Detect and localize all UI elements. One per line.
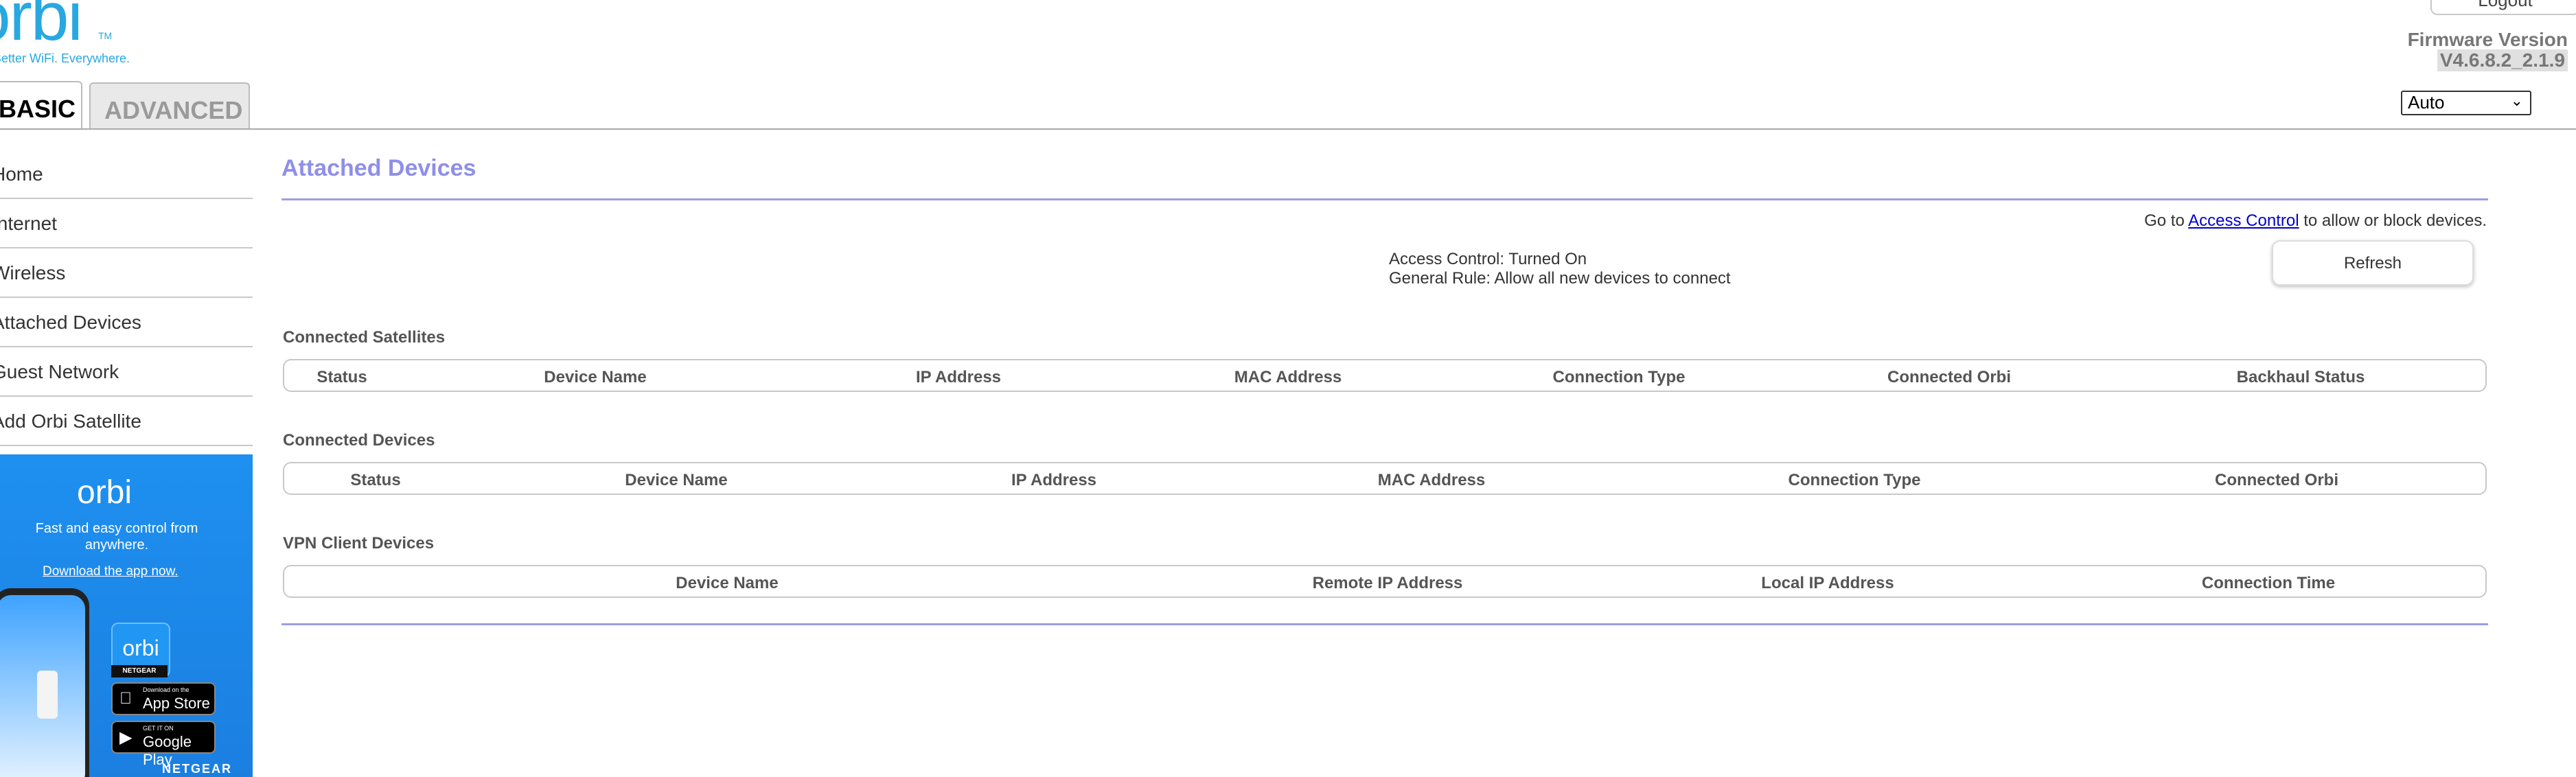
tab-basic[interactable]: BASIC: [0, 81, 82, 129]
netgear-badge: NETGEAR: [111, 665, 168, 677]
column-header: Connected Orbi: [2214, 471, 2339, 489]
column-header: Device Name: [544, 368, 647, 386]
logo-trademark: TM: [98, 30, 113, 41]
app-store-label: App Store: [143, 695, 210, 712]
firmware-label: Firmware Version: [2407, 29, 2568, 50]
logout-button[interactable]: Logout: [2430, 0, 2576, 15]
section-title-vpn: VPN Client Devices: [283, 534, 435, 553]
page-title: Attached Devices: [281, 155, 476, 181]
netgear-brand: NETGEAR: [162, 762, 233, 776]
column-header: Connected Orbi: [1887, 368, 2012, 386]
column-header: Device Name: [676, 574, 779, 592]
tagline: Better WiFi. Everywhere.: [0, 51, 130, 65]
column-header: Connection Type: [1788, 471, 1921, 489]
sidebar-item-add-orbi-satellite[interactable]: Add Orbi Satellite: [0, 397, 253, 445]
app-store-button[interactable]:  Download on the App Store: [111, 682, 216, 715]
tab-divider: [0, 128, 2576, 130]
sidebar-divider: [0, 445, 253, 446]
bottom-divider: [281, 623, 2488, 625]
vpn-table-header: Device Name Remote IP Address Local IP A…: [283, 565, 2487, 598]
google-play-button[interactable]: ▶ GET IT ON Google Play: [111, 721, 216, 768]
chevron-down-icon: ⌄: [2510, 92, 2523, 109]
app-store-small-text: Download on the: [143, 686, 189, 693]
column-header: MAC Address: [1234, 368, 1342, 386]
refresh-button[interactable]: Refresh: [2272, 240, 2474, 286]
title-divider: [281, 198, 2488, 200]
download-app-link[interactable]: Download the app now.: [43, 564, 179, 579]
orbi-logo: orbi: [0, 0, 83, 55]
column-header: MAC Address: [1377, 471, 1486, 489]
app-promo-banner: orbi Fast and easy control from anywhere…: [0, 454, 253, 777]
column-header: Status: [350, 471, 401, 489]
sidebar-item-wireless[interactable]: Wireless: [0, 248, 253, 297]
apple-icon: : [119, 689, 132, 708]
column-header: IP Address: [1011, 471, 1097, 489]
column-header: Remote IP Address: [1312, 574, 1463, 592]
column-header: IP Address: [915, 368, 1002, 386]
firmware-version: V4.6.8.2_2.1.9: [2437, 49, 2568, 71]
column-header: Backhaul Status: [2236, 368, 2365, 386]
language-select[interactable]: Auto ⌄: [2401, 91, 2531, 115]
sidebar-item-home[interactable]: Home: [0, 150, 253, 198]
satellites-table-header: Status Device Name IP Address MAC Addres…: [283, 359, 2487, 392]
column-header: Status: [317, 368, 367, 386]
sidebar-item-attached-devices[interactable]: Attached Devices: [0, 298, 253, 346]
phone-image: [0, 588, 89, 777]
tab-advanced[interactable]: ADVANCED: [89, 82, 250, 129]
general-rule: General Rule: Allow all new devices to c…: [1389, 269, 1731, 288]
access-note-suffix: to allow or block devices.: [2299, 211, 2487, 230]
promo-text: Fast and easy control from anywhere.: [35, 521, 198, 553]
access-control-link[interactable]: Access Control: [2188, 211, 2299, 230]
section-title-satellites: Connected Satellites: [283, 328, 446, 347]
column-header: Connection Time: [2201, 574, 2336, 592]
access-note-prefix: Go to: [2144, 211, 2189, 230]
promo-orbi-logo: orbi: [77, 474, 133, 511]
column-header: Connection Type: [1552, 368, 1686, 386]
access-control-status: Access Control: Turned On General Rule: …: [1389, 250, 1731, 288]
sidebar-item-guest-network[interactable]: Guest Network: [0, 347, 253, 395]
column-header: Local IP Address: [1761, 574, 1894, 592]
sidebar-item-internet[interactable]: Internet: [0, 199, 253, 247]
language-selected-value: Auto: [2408, 92, 2445, 113]
orbi-device-image: [37, 671, 58, 719]
play-icon: ▶: [119, 728, 133, 747]
devices-table-header: Status Device Name IP Address MAC Addres…: [283, 462, 2487, 495]
section-title-devices: Connected Devices: [283, 431, 435, 450]
google-play-small-text: GET IT ON: [143, 725, 174, 732]
access-control-state: Access Control: Turned On: [1389, 250, 1587, 268]
access-control-note: Go to Access Control to allow or block d…: [2144, 211, 2487, 231]
phone-screen: [0, 595, 85, 777]
column-header: Device Name: [625, 471, 728, 489]
